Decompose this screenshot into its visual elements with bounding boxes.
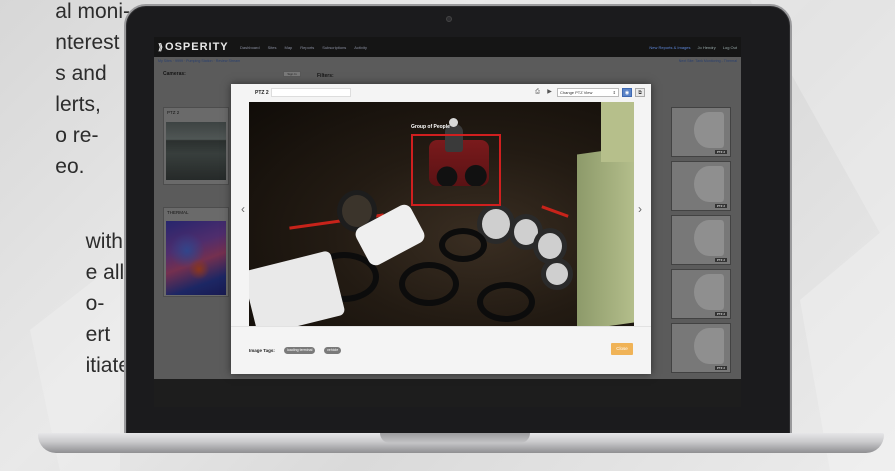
image-tag[interactable]: vehicle <box>324 347 342 354</box>
modal-footer: Image Tags: loading terminal vehicle Clo… <box>231 326 651 374</box>
nav-map[interactable]: Map <box>284 45 292 50</box>
modal-toolbar: ⎙ ▶ Change PTZ View ◉ ⧉ <box>533 88 645 97</box>
scene-cable-coil <box>477 282 535 322</box>
nav-subscriptions[interactable]: Subscriptions <box>322 45 346 50</box>
modal-title: PTZ 2 <box>255 90 269 96</box>
top-navbar: ⟫OSPERITY Dashboard Sites Map Reports Su… <box>154 37 741 57</box>
chevron-right-icon[interactable]: › <box>635 202 645 216</box>
external-link-icon[interactable]: ⧉ <box>635 88 645 97</box>
detection-bounding-box[interactable] <box>411 134 501 206</box>
logout-link[interactable]: Log Out <box>723 45 737 50</box>
scene-cable-coil <box>399 262 459 306</box>
image-tags-label: Image Tags: <box>249 348 275 353</box>
page-footer <box>154 379 741 407</box>
play-icon[interactable]: ▶ <box>545 88 554 97</box>
camera-image: Group of People <box>249 102 634 326</box>
marketing-copy: al moni- nterest s and lerts, o re- eo. … <box>0 0 130 471</box>
webcam-icon <box>446 16 452 22</box>
eye-icon[interactable]: ◉ <box>622 88 632 97</box>
user-menu[interactable]: Jo Hendry <box>698 45 716 50</box>
new-reports-link[interactable]: New Reports & Images <box>649 45 690 50</box>
logo-mark-icon: ⟫ <box>158 42 165 52</box>
chevron-left-icon[interactable]: ‹ <box>238 202 248 216</box>
nav-dashboard[interactable]: Dashboard <box>240 45 260 50</box>
detection-label: Group of People <box>411 124 450 130</box>
scene-cable-coil <box>439 228 487 262</box>
modal-title-field <box>271 88 351 97</box>
nav-sites[interactable]: Sites <box>268 45 277 50</box>
nav-right: New Reports & Images Jo Hendry Log Out <box>649 45 737 50</box>
laptop-notch <box>380 433 530 443</box>
print-icon[interactable]: ⎙ <box>533 88 542 97</box>
nav-activity[interactable]: Activity <box>354 45 367 50</box>
close-button[interactable]: Close <box>611 343 633 355</box>
main-nav: Dashboard Sites Map Reports Subscription… <box>240 45 367 50</box>
laptop-screen: ⟫OSPERITY Dashboard Sites Map Reports Su… <box>154 37 741 407</box>
scene-cabinet <box>577 145 634 326</box>
brand-logo[interactable]: ⟫OSPERITY <box>158 41 240 53</box>
scene-cabinet <box>601 102 634 162</box>
image-viewer-modal: PTZ 2 ⎙ ▶ Change PTZ View ◉ ⧉ ‹ › <box>231 84 651 374</box>
nav-reports[interactable]: Reports <box>300 45 314 50</box>
scene-cable-reel <box>541 258 573 290</box>
ptz-view-select[interactable]: Change PTZ View <box>557 88 619 97</box>
modal-header: PTZ 2 ⎙ ▶ Change PTZ View ◉ ⧉ <box>231 84 651 102</box>
marketing-copy-block-1: al moni- nterest s and lerts, o re- eo. <box>55 0 130 178</box>
image-tag[interactable]: loading terminal <box>284 347 316 354</box>
